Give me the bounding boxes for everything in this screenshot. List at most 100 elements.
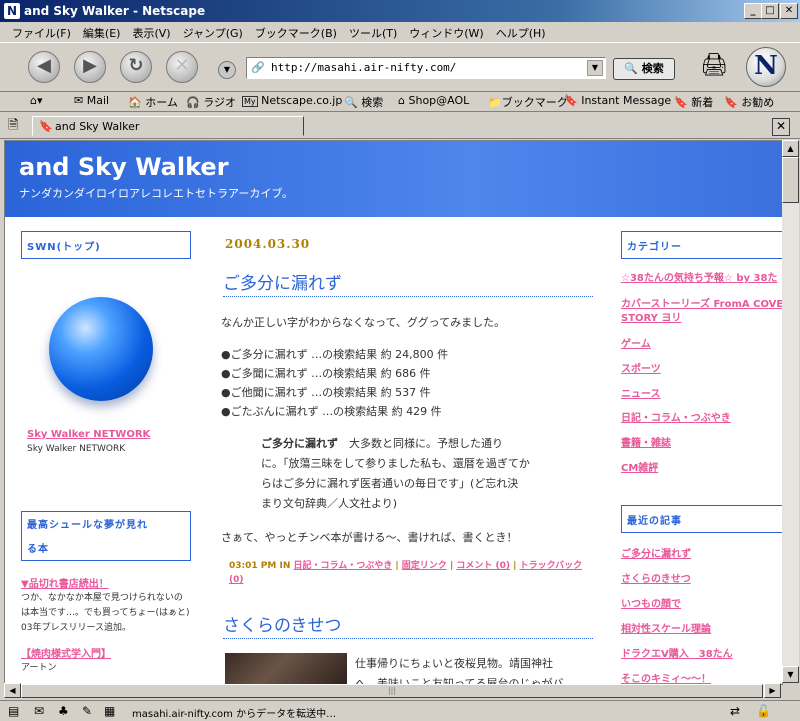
- minimize-button[interactable]: _: [744, 3, 762, 19]
- category-link[interactable]: STORY ヨリ: [621, 309, 681, 324]
- bookmark-netscape[interactable]: My Netscape.co.jp: [242, 94, 342, 107]
- scroll-right-icon[interactable]: ▶: [764, 683, 781, 698]
- bookmark-home[interactable]: 🏠 ホーム: [128, 94, 178, 110]
- blog-title[interactable]: and Sky Walker: [19, 153, 229, 181]
- blue-sphere-image[interactable]: [49, 297, 153, 401]
- mail-icon[interactable]: ✉: [34, 704, 44, 718]
- url-dropdown-icon[interactable]: ▼: [218, 61, 236, 79]
- recent-post-link[interactable]: さくらのきせつ: [621, 570, 691, 585]
- window-title: and Sky Walker - Netscape: [24, 4, 206, 18]
- bookmark-search[interactable]: 🔍 検索: [344, 94, 383, 110]
- netscape-window-icon: N: [4, 3, 20, 19]
- composer-icon[interactable]: ✎: [82, 704, 92, 718]
- menu-edit[interactable]: 編集(E): [77, 22, 127, 41]
- category-link[interactable]: ニュース: [621, 385, 661, 400]
- sidebox-book[interactable]: 最高シュールな夢が見れ る本: [21, 511, 191, 561]
- bookmark-label: ラジオ: [203, 96, 236, 109]
- bookmark-label: Shop@AOL: [408, 94, 470, 107]
- close-window-button[interactable]: ✕: [780, 3, 798, 19]
- recent-post-link[interactable]: ドラクエV購入 38たん: [621, 645, 733, 660]
- category-link[interactable]: カバーストーリーズ FromA COVER: [621, 295, 782, 310]
- security-lock-icon[interactable]: 🔓: [756, 704, 771, 718]
- bookmark-folder[interactable]: 📁ブックマーク: [488, 94, 568, 110]
- menu-file[interactable]: ファイル(F): [6, 22, 77, 41]
- category-link[interactable]: ゲーム: [621, 335, 651, 350]
- category-link[interactable]: ☆38たんの気持ち予報☆ by 38た: [621, 269, 777, 284]
- bookmark-new[interactable]: 🔖 新着: [674, 94, 713, 110]
- bookmark-label: Netscape.co.jp: [261, 94, 343, 107]
- post2-title[interactable]: さくらのきせつ: [223, 611, 593, 639]
- bookmark-label: お勧め: [741, 96, 775, 109]
- menu-window[interactable]: ウィンドウ(W): [403, 22, 489, 41]
- sky-walker-network-text: Sky Walker NETWORK: [27, 444, 126, 454]
- bookmark-label: ホーム: [145, 96, 178, 109]
- scroll-left-icon[interactable]: ◀: [4, 683, 21, 698]
- bookmark-mail[interactable]: ✉ Mail: [74, 94, 109, 107]
- permalink-link[interactable]: 固定リンク: [402, 561, 447, 571]
- category-link[interactable]: 日記・コラム・つぶやき: [621, 409, 731, 424]
- post-time: 03:01 PM IN: [229, 561, 291, 571]
- aim-icon[interactable]: ♣: [58, 704, 69, 718]
- forward-button[interactable]: ▶: [74, 51, 106, 83]
- sidebox-swn-top[interactable]: SWN(トップ): [21, 231, 191, 259]
- bookmark-label: 検索: [361, 96, 384, 109]
- close-tab-icon[interactable]: ✕: [772, 118, 790, 136]
- category-link[interactable]: 書籍・雑誌: [621, 434, 671, 449]
- menu-tools[interactable]: ツール(T): [343, 22, 403, 41]
- recent-post-link[interactable]: そこのキミィ～～！: [621, 670, 711, 684]
- stop-button[interactable]: ✕: [166, 51, 198, 83]
- yakiniku-book-link[interactable]: 【焼肉様式学入門】: [21, 645, 111, 660]
- recent-post-link[interactable]: 相対性スケール理論: [621, 620, 711, 635]
- url-input[interactable]: [271, 61, 571, 74]
- new-tab-icon[interactable]: 🗎: [8, 116, 18, 138]
- post2-line: 仕事帰りにちょいと夜桜見物。靖国神社: [355, 657, 553, 670]
- book-text-line: 03年プレスリリース追加。: [21, 623, 132, 633]
- recent-post-link[interactable]: ご多分に漏れず: [621, 545, 691, 560]
- horizontal-scroll-thumb[interactable]: |||: [21, 684, 763, 698]
- bookmark-im[interactable]: 🔖 Instant Message: [564, 94, 671, 107]
- status-bar-toggle-icon[interactable]: ▤: [8, 704, 19, 718]
- menu-help[interactable]: ヘルプ(H): [490, 22, 552, 41]
- netscape-logo[interactable]: N: [746, 47, 786, 87]
- category-link[interactable]: スポーツ: [621, 360, 661, 375]
- cherry-blossom-photo[interactable]: [225, 653, 347, 684]
- scroll-down-icon[interactable]: ▼: [782, 666, 799, 683]
- search-button[interactable]: 🔍 検索: [613, 58, 675, 80]
- menu-view[interactable]: 表示(V): [126, 22, 176, 41]
- bookmark-label: Instant Message: [581, 94, 672, 107]
- print-icon[interactable]: 🖨: [700, 53, 728, 78]
- menu-go[interactable]: ジャンプ(G): [177, 22, 249, 41]
- vertical-scrollbar[interactable]: ▲ ▼: [782, 140, 799, 683]
- url-history-dropdown[interactable]: ▼: [587, 60, 603, 76]
- blog-banner: and Sky Walker ナンダカンダイロイロアレコレエトセトラアーカイブ。: [5, 141, 782, 217]
- post-title[interactable]: ご多分に漏れず: [223, 269, 593, 297]
- home-tab-icon[interactable]: ⌂▾: [30, 94, 43, 107]
- url-bar[interactable]: 🔗 ▼: [246, 57, 606, 79]
- bookmark-radio[interactable]: 🎧 ラジオ: [186, 94, 236, 110]
- maximize-button[interactable]: □: [761, 3, 779, 19]
- scroll-up-icon[interactable]: ▲: [782, 140, 799, 157]
- recent-post-link[interactable]: いつもの顔で: [621, 595, 681, 610]
- tab-page-icon: 🔖: [39, 120, 53, 133]
- bookmark-label: ブックマーク: [501, 96, 568, 109]
- category-link[interactable]: CM雑評: [621, 459, 658, 474]
- vertical-scroll-thumb[interactable]: [782, 157, 799, 203]
- back-button[interactable]: ◀: [28, 51, 60, 83]
- bookmark-recommend[interactable]: 🔖 お勧め: [724, 94, 774, 110]
- post-category-link[interactable]: 日記・コラム・つぶやき: [294, 561, 393, 571]
- reload-button[interactable]: ↻: [120, 51, 152, 83]
- sky-walker-network-link[interactable]: Sky Walker NETWORK: [27, 429, 150, 440]
- quote-line: に。「放蕩三昧をして参りました私も、還暦を過ぎてか: [261, 457, 530, 470]
- tab-and-sky-walker[interactable]: 🔖 and Sky Walker: [32, 116, 304, 136]
- address-book-icon[interactable]: ▦: [104, 704, 115, 718]
- comment-link[interactable]: コメント (0): [456, 561, 510, 571]
- sidebox-recent: 最近の記事: [621, 505, 782, 533]
- menu-bookmarks[interactable]: ブックマーク(B): [249, 22, 343, 41]
- title-bar: N and Sky Walker - Netscape _ □ ✕: [0, 0, 800, 22]
- book-sold-out-link[interactable]: ▼品切れ書店続出！: [21, 575, 109, 590]
- horizontal-scrollbar[interactable]: ◀ ||| ▶: [4, 683, 781, 698]
- bookmark-shop[interactable]: ⌂ Shop@AOL: [398, 94, 469, 107]
- tab-label: and Sky Walker: [55, 120, 140, 133]
- sidebox-book-line: る本: [27, 544, 49, 555]
- page-content: and Sky Walker ナンダカンダイロイロアレコレエトセトラアーカイブ。…: [4, 140, 783, 685]
